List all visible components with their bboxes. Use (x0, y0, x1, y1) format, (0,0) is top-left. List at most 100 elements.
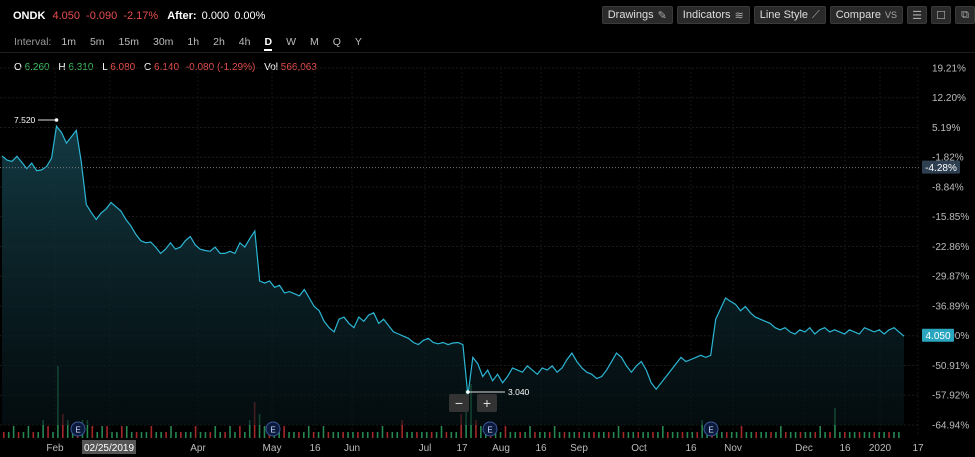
volume-bar (239, 426, 241, 438)
volume-bar (47, 426, 49, 438)
volume-bar (770, 432, 772, 438)
volume-bar (898, 432, 900, 438)
x-tick-label: 16 (839, 443, 851, 454)
volume-bar (558, 432, 561, 438)
volume-bar (499, 432, 502, 438)
volume-bar (671, 432, 674, 438)
volume-bar (519, 432, 521, 438)
earnings-marker-label: E (487, 426, 492, 435)
volume-bar (160, 432, 162, 438)
volume-bar (322, 426, 325, 438)
volume-bar (224, 432, 226, 438)
volume-bar (843, 432, 846, 438)
volume-bar (691, 432, 694, 438)
volume-bar (116, 432, 118, 438)
volume-bar (229, 426, 231, 438)
volume-bar (588, 432, 590, 438)
volume-bar (868, 432, 871, 438)
volume-bar (686, 432, 689, 438)
volume-bar (681, 432, 684, 438)
earnings-marker-label: E (270, 426, 275, 435)
x-tick-label: Jun (344, 443, 360, 454)
volume-bar (848, 432, 851, 438)
volume-bar (598, 432, 600, 438)
y-tick-label: -36.89% (932, 302, 969, 313)
volume-bar (735, 432, 738, 438)
volume-bar (760, 432, 762, 438)
plus-icon: + (482, 395, 492, 411)
volume-bar (170, 426, 172, 438)
volume-bar (853, 432, 856, 438)
volume-bar (332, 432, 335, 438)
volume-bar (819, 426, 821, 438)
volume-bar (111, 432, 113, 438)
volume-bar (386, 432, 389, 438)
volume-bar (888, 432, 890, 438)
zoom-out-button[interactable]: − (449, 394, 469, 412)
volume-bar (430, 432, 433, 438)
volume-bar (657, 432, 659, 438)
x-tick-label: Sep (570, 443, 588, 454)
volume-bar (371, 432, 374, 438)
volume-bar (376, 432, 379, 438)
volume-bar (676, 432, 679, 438)
volume-bar (789, 432, 792, 438)
x-tick-label: Dec (795, 443, 813, 454)
volume-bar (130, 432, 133, 438)
volume-bar (725, 432, 728, 438)
volume-bar (27, 426, 30, 438)
crosshair-date-label: 02/25/2019 (84, 443, 134, 454)
y-tick-label: 5.19% (932, 123, 960, 134)
volume-bar (612, 432, 615, 438)
y-tick-label: -57.92% (932, 391, 969, 402)
y-tick-label: -50.91% (932, 361, 969, 372)
volume-bar (809, 432, 812, 438)
volume-bar (721, 432, 723, 438)
volume-bar (543, 432, 546, 438)
price-area-fill (2, 126, 904, 425)
volume-bar (293, 432, 295, 438)
volume-bar (381, 426, 384, 438)
volume-bar (96, 432, 99, 438)
zoom-in-button[interactable]: + (477, 394, 497, 412)
volume-bar (32, 432, 35, 438)
x-tick-label: Oct (631, 443, 647, 454)
volume-bar (504, 426, 507, 438)
volume-bar (593, 432, 595, 438)
volume-bar (652, 432, 654, 438)
volume-bar (91, 426, 94, 438)
volume-bar (666, 432, 669, 438)
volume-bar (568, 432, 571, 438)
volume-bar (534, 432, 536, 438)
volume-bar (799, 432, 802, 438)
volume-bar (194, 426, 197, 438)
price-chart[interactable]: 19.21%12.20%5.19%-1.82%-8.84%-15.85%-22.… (0, 0, 975, 457)
earnings-marker-label: E (75, 426, 80, 435)
volume-bar (101, 426, 103, 438)
volume-bar (578, 432, 581, 438)
volume-bar (858, 432, 861, 438)
volume-bar (347, 432, 349, 438)
volume-bar (150, 426, 153, 438)
volume-bar (357, 432, 359, 438)
volume-bar (480, 426, 482, 438)
x-tick-label: 17 (912, 443, 924, 454)
x-tick-label: Feb (46, 443, 64, 454)
volume-bar (135, 432, 138, 438)
volume-bar (755, 432, 758, 438)
volume-bar (883, 432, 885, 438)
volume-bar (283, 426, 285, 438)
volume-bar (362, 432, 364, 438)
volume-bar (863, 432, 866, 438)
volume-bar (740, 426, 743, 438)
volume-bar (573, 432, 576, 438)
last-price-badge: 4.050 (925, 331, 950, 342)
high-marker-label: 7.520 (14, 115, 36, 125)
volume-bar (121, 426, 123, 438)
volume-bar (352, 432, 354, 438)
y-tick-label: -8.84% (932, 183, 964, 194)
volume-bar (3, 432, 5, 438)
volume-bar (307, 426, 310, 438)
volume-bar (22, 432, 25, 438)
volume-bar (17, 432, 20, 438)
